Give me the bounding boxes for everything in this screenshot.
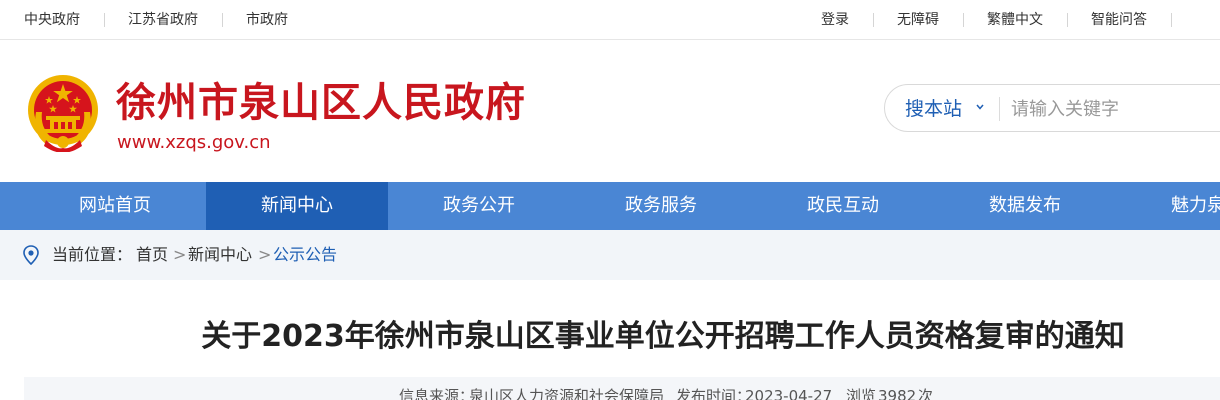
breadcrumb-current-notices[interactable]: 公示公告 xyxy=(273,245,337,265)
breadcrumb-separator: > xyxy=(173,245,187,264)
chevron-down-icon[interactable] xyxy=(975,102,985,112)
location-pin-icon xyxy=(23,245,39,265)
nav-item-charm-quanshan[interactable]: 魅力泉 xyxy=(1116,182,1220,230)
breadcrumb-home[interactable]: 首页 xyxy=(136,245,168,265)
divider xyxy=(222,13,223,27)
source-label: 信息来源： xyxy=(399,387,475,400)
search-box: 搜本站 xyxy=(884,84,1220,132)
nav-item-government-services[interactable]: 政务服务 xyxy=(570,182,752,230)
nav-item-news-center[interactable]: 新闻中心 xyxy=(206,182,388,230)
nav-item-government-affairs-disclosure[interactable]: 政务公开 xyxy=(388,182,570,230)
nav-item-home[interactable]: 网站首页 xyxy=(24,182,206,230)
link-smart-qa[interactable]: 智能问答 xyxy=(1091,11,1147,29)
views-label: 浏览 xyxy=(846,387,877,400)
search-scope-select[interactable]: 搜本站 xyxy=(905,97,962,121)
divider xyxy=(1067,13,1068,27)
link-central-government[interactable]: 中央政府 xyxy=(24,11,80,29)
breadcrumb-news-center[interactable]: 新闻中心 xyxy=(188,245,252,265)
article-meta-bar: 信息来源： 泉山区人力资源和社会保障局 发布时间： 2023-04-27 浏览 … xyxy=(24,377,1220,400)
link-accessibility[interactable]: 无障碍 xyxy=(897,11,939,29)
national-emblem-icon[interactable] xyxy=(26,74,100,152)
site-header: 徐州市泉山区人民政府 www.xzqs.gov.cn 搜本站 xyxy=(0,41,1220,182)
nav-item-public-interaction[interactable]: 政民互动 xyxy=(752,182,934,230)
breadcrumb-prefix: 当前位置： xyxy=(52,245,133,264)
search-input[interactable] xyxy=(1011,95,1211,123)
divider xyxy=(1171,13,1172,27)
link-jiangsu-government[interactable]: 江苏省政府 xyxy=(128,11,198,29)
link-city-government[interactable]: 市政府 xyxy=(246,11,288,29)
views-unit: 次 xyxy=(918,387,934,400)
site-url: www.xzqs.gov.cn xyxy=(117,132,271,153)
link-login[interactable]: 登录 xyxy=(821,11,849,29)
site-title[interactable]: 徐州市泉山区人民政府 xyxy=(116,79,526,127)
divider xyxy=(873,13,874,27)
main-nav: 网站首页 新闻中心 政务公开 政务服务 政民互动 数据发布 魅力泉 xyxy=(0,182,1220,230)
divider xyxy=(104,13,105,27)
nav-item-data-release[interactable]: 数据发布 xyxy=(934,182,1116,230)
top-utility-bar: 中央政府 江苏省政府 市政府 登录 无障碍 繁體中文 智能问答 xyxy=(0,0,1220,40)
article-title: 关于2023年徐州市泉山区事业单位公开招聘工作人员资格复审的通知 xyxy=(201,319,1125,354)
divider xyxy=(963,13,964,27)
link-traditional-chinese[interactable]: 繁體中文 xyxy=(987,11,1043,29)
views-count: 3982 xyxy=(878,387,917,400)
date-value: 2023-04-27 xyxy=(745,387,833,400)
divider xyxy=(999,97,1000,121)
date-label: 发布时间： xyxy=(676,387,752,400)
breadcrumb: 当前位置： 首页 > 新闻中心 > 公示公告 xyxy=(0,230,1220,280)
source-value: 泉山区人力资源和社会保障局 xyxy=(469,387,665,400)
breadcrumb-separator: > xyxy=(258,245,272,264)
